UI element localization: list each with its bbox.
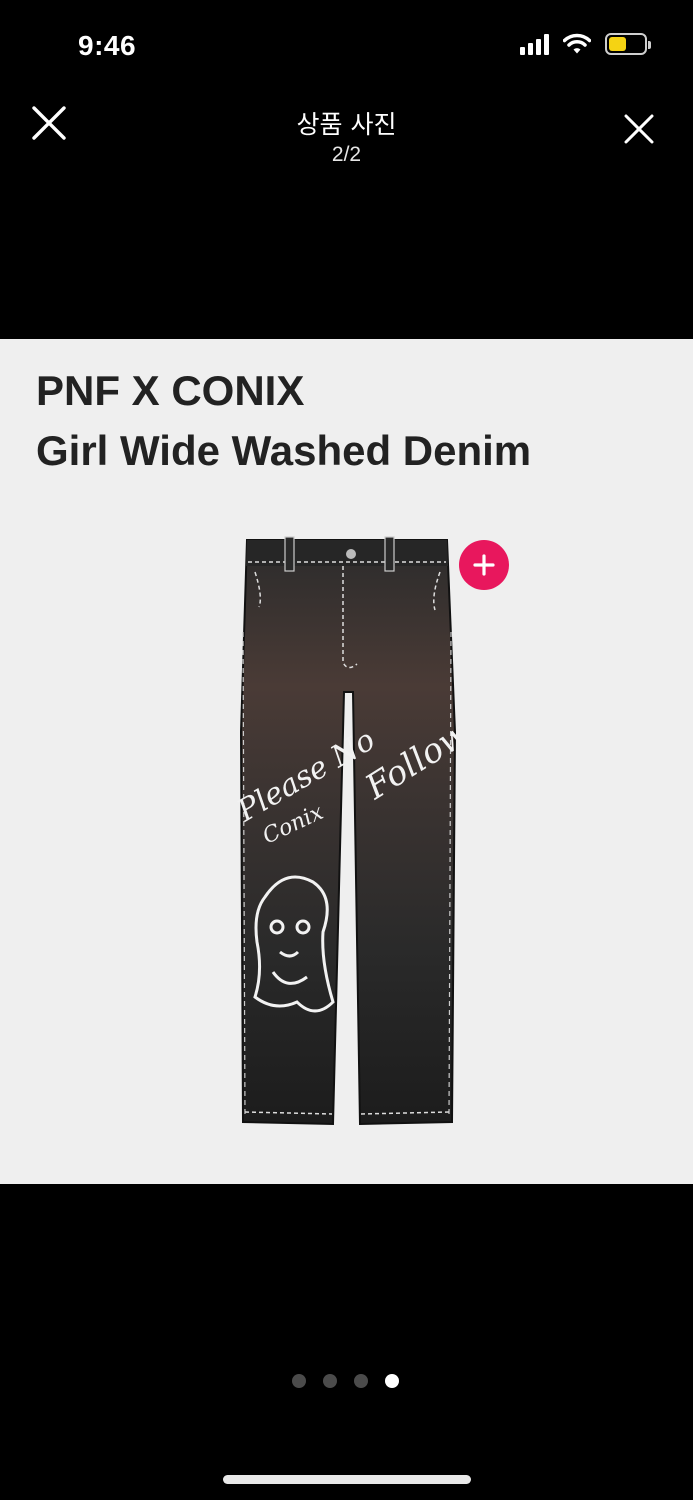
wifi-icon — [563, 33, 591, 54]
photo-counter: 2/2 — [331, 143, 362, 166]
jeans-image: Please No Conix Follow — [235, 536, 460, 1126]
close-icon[interactable] — [611, 101, 667, 157]
page-dot[interactable] — [323, 1374, 337, 1388]
page-dot[interactable] — [385, 1374, 399, 1388]
plus-icon — [473, 554, 495, 576]
home-indicator[interactable] — [223, 1475, 471, 1484]
product-image[interactable]: PNF X CONIX Girl Wide Washed Denim Pleas… — [0, 339, 693, 1184]
battery-level — [609, 37, 626, 51]
status-time: 9:46 — [78, 30, 137, 61]
product-brand: PNF X CONIX — [36, 367, 305, 414]
add-button[interactable] — [459, 540, 509, 590]
page-dot[interactable] — [354, 1374, 368, 1388]
pagination-dots — [292, 1374, 399, 1388]
product-title: PNF X CONIX Girl Wide Washed Denim — [36, 361, 531, 481]
page-dot[interactable] — [292, 1374, 306, 1388]
cellular-signal-icon — [520, 33, 549, 55]
status-icons — [520, 33, 651, 55]
product-name: Girl Wide Washed Denim — [36, 427, 532, 474]
battery-icon — [605, 33, 651, 55]
viewer-header: 상품 사진 2/2 — [0, 95, 693, 185]
status-bar: 9:46 — [0, 0, 693, 95]
page-title: 상품 사진 — [296, 110, 397, 139]
